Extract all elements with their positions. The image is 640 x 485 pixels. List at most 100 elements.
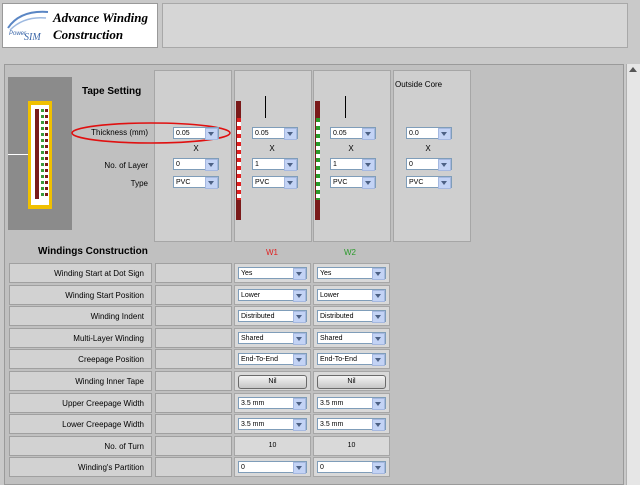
layer-label: No. of Layer [104,161,148,170]
chevron-down-icon[interactable] [293,398,306,410]
select-value: End-To-End [320,356,357,363]
winding-diagram [8,77,72,230]
chevron-down-icon[interactable] [205,177,218,189]
chevron-down-icon[interactable] [293,290,306,302]
w1-select[interactable]: Yes [238,267,307,280]
chevron-down-icon[interactable] [293,462,306,474]
w2-select[interactable]: End-To-End [317,353,386,366]
w1-select[interactable]: Lower [238,289,307,302]
chevron-down-icon[interactable] [284,177,297,189]
chevron-down-icon[interactable] [372,354,385,366]
app-logo: Power SIM Advance Winding Construction [2,3,158,48]
layer-select-1[interactable]: 0 [173,158,219,171]
row-label: Winding Start Position [9,285,152,305]
w1-select[interactable]: 3.5 mm [238,418,307,431]
x-label-3: X [348,144,354,153]
thickness-select-2[interactable]: 0.05 [252,127,298,140]
tape-setting-title: Tape Setting [82,86,142,97]
w1-select[interactable]: Distributed [238,310,307,323]
w2-select[interactable]: Lower [317,289,386,302]
chevron-down-icon[interactable] [372,419,385,431]
type-select-3[interactable]: PVC [330,176,376,189]
w2-select[interactable]: Yes [317,267,386,280]
thickness-select-4[interactable]: 0.0 [406,127,452,140]
select-value: Distributed [241,313,275,320]
w2-select[interactable]: 3.5 mm [317,397,386,410]
scroll-up-icon[interactable] [629,67,637,72]
select-value: End-To-End [241,356,278,363]
row-blank-cell [155,414,232,434]
chevron-down-icon[interactable] [284,128,297,140]
thickness-select-3[interactable]: 0.05 [330,127,376,140]
w2-inner-tape-button[interactable]: Nil [317,375,386,389]
chevron-down-icon[interactable] [362,177,375,189]
lead-line-w2 [345,96,346,118]
tape-column-2 [234,70,312,242]
w1-inner-tape-button[interactable]: Nil [238,375,307,389]
chevron-down-icon[interactable] [205,159,218,171]
x-label-2: X [269,144,275,153]
row-blank-cell [155,436,232,456]
w1-header: W1 [266,248,278,257]
page-title-line1: Advance Winding [53,10,148,25]
select-value: 3.5 mm [320,400,344,407]
select-value: 0 [241,464,245,471]
chevron-down-icon[interactable] [284,159,297,171]
chevron-down-icon[interactable] [372,462,385,474]
select-value: 0 [320,464,324,471]
type-select-1[interactable]: PVC [173,176,219,189]
row-label: Multi-Layer Winding [9,328,152,348]
select-value: 3.5 mm [241,421,265,428]
row-blank-cell [155,457,232,477]
chevron-down-icon[interactable] [372,333,385,345]
chevron-down-icon[interactable] [293,419,306,431]
w1-turns-value: 10 [268,442,277,449]
logo-sim: SIM [24,32,41,43]
type-select-2[interactable]: PVC [252,176,298,189]
tape-column-1 [154,70,232,242]
chevron-down-icon[interactable] [205,128,218,140]
thickness-select-1[interactable]: 0.05 [173,127,219,140]
select-value: Lower [320,292,340,299]
chevron-down-icon[interactable] [372,311,385,323]
chevron-down-icon[interactable] [362,159,375,171]
row-blank-cell [155,306,232,326]
select-value: 3.5 mm [241,400,265,407]
tape-column-3 [313,70,391,242]
w2-select[interactable]: Distributed [317,310,386,323]
w2-select[interactable]: Shared [317,332,386,345]
row-label: Winding Start at Dot Sign [9,263,152,283]
w1-select[interactable]: End-To-End [238,353,307,366]
w1-select[interactable]: 3.5 mm [238,397,307,410]
chevron-down-icon[interactable] [372,268,385,280]
row-blank-cell [155,285,232,305]
layer-select-2[interactable]: 1 [252,158,298,171]
chevron-down-icon[interactable] [293,311,306,323]
outside-core-label: Outside Core [395,80,443,89]
w2-select[interactable]: 0 [317,461,386,474]
chevron-down-icon[interactable] [438,177,451,189]
chevron-down-icon[interactable] [438,128,451,140]
layer-select-4[interactable]: 0 [406,158,452,171]
x-label-4: X [425,144,431,153]
chevron-down-icon[interactable] [372,290,385,302]
w1-select[interactable]: Shared [238,332,307,345]
w2-select[interactable]: 3.5 mm [317,418,386,431]
row-label: Winding's Partition [9,457,152,477]
chevron-down-icon[interactable] [293,268,306,280]
chevron-down-icon[interactable] [362,128,375,140]
chevron-down-icon[interactable] [438,159,451,171]
chevron-down-icon[interactable] [293,333,306,345]
chevron-down-icon[interactable] [372,398,385,410]
lead-line-w1 [265,96,266,118]
type-select-4[interactable]: PVC [406,176,452,189]
winding-dots-w1 [237,118,241,200]
row-blank-cell [155,328,232,348]
w1-select[interactable]: 0 [238,461,307,474]
chevron-down-icon[interactable] [293,354,306,366]
layer-select-3[interactable]: 1 [330,158,376,171]
vertical-scrollbar[interactable] [626,64,640,485]
row-blank-cell [155,393,232,413]
page-title-line2: Construction [53,27,124,42]
w2-header: W2 [344,248,356,257]
